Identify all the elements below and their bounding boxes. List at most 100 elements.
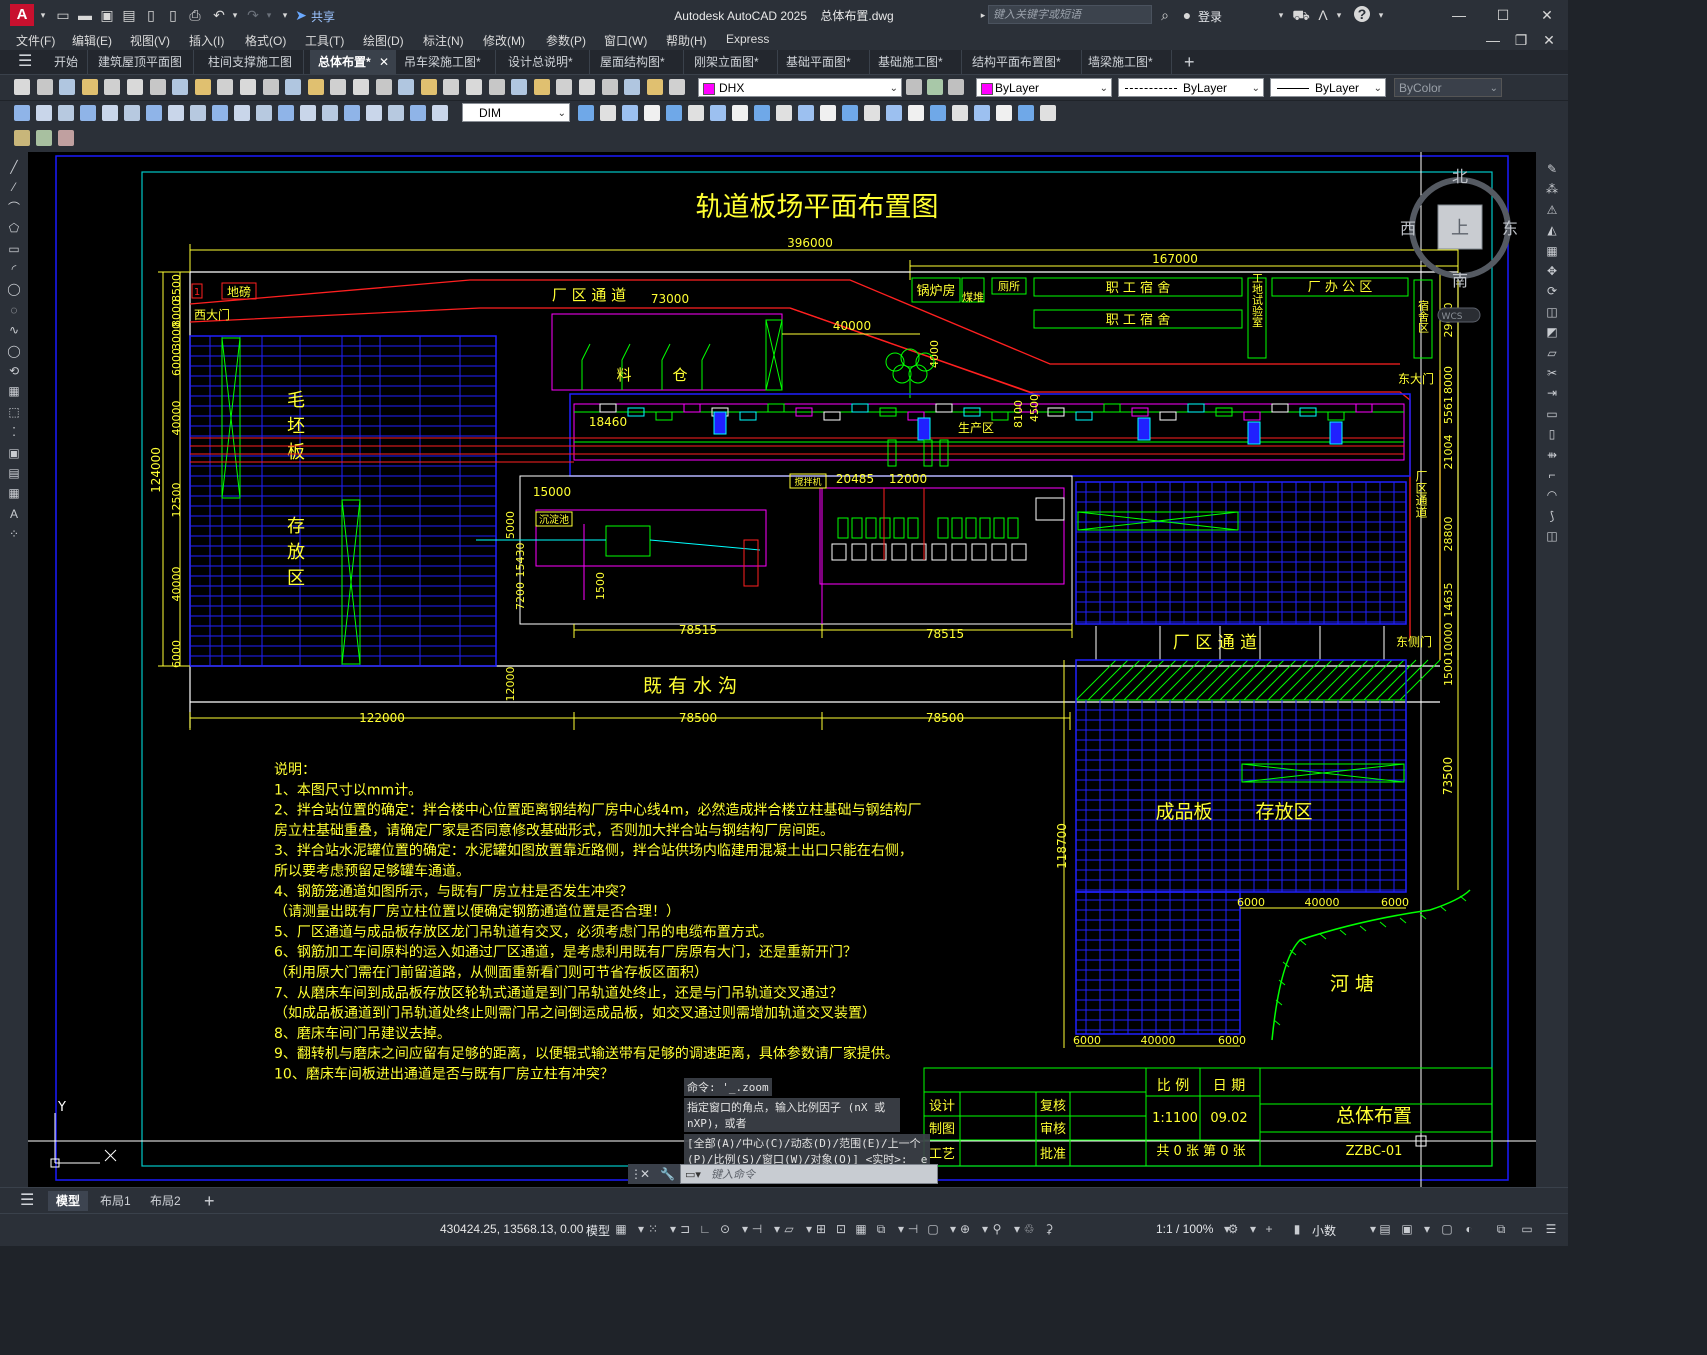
tool-icon[interactable] [307, 79, 324, 95]
tool-icon[interactable] [375, 79, 392, 95]
menu-file[interactable]: 文件(F) [16, 32, 55, 49]
modify-tool-icon[interactable] [688, 105, 704, 121]
draw-tool-icon[interactable]: A [6, 507, 22, 521]
dim-tool-icon[interactable] [168, 105, 184, 121]
tab-design-notes[interactable]: 设计总说明* [500, 50, 590, 74]
modify-tool-icon[interactable]: ⌐ [1544, 468, 1560, 482]
dim-tool-icon[interactable] [278, 105, 294, 121]
dim-tool-icon[interactable] [300, 105, 316, 121]
tool-icon[interactable] [624, 79, 641, 95]
modify-tool-icon[interactable]: ◭ [1544, 223, 1560, 237]
modify-tool-icon[interactable] [666, 105, 682, 121]
menu-view[interactable]: 视图(V) [130, 32, 170, 49]
layer-tool-icon[interactable] [927, 79, 943, 95]
status-toggle-icon[interactable]: ▤ [1378, 1222, 1392, 1236]
login-dropdown-icon[interactable]: ▾ [1272, 6, 1290, 24]
menu-modify[interactable]: 修改(M) [483, 32, 525, 49]
status-toggle-icon[interactable]: ⊣ [750, 1222, 764, 1236]
menu-parametric[interactable]: 参数(P) [546, 32, 586, 49]
save-icon[interactable]: ▣ [98, 6, 116, 24]
viewcube-east[interactable]: 东 [1502, 219, 1518, 238]
status-toggle-icon[interactable]: ▣ [1400, 1222, 1414, 1236]
modify-tool-icon[interactable] [776, 105, 792, 121]
status-toggle-icon[interactable]: ♲ [1022, 1222, 1036, 1236]
tool-icon[interactable] [579, 79, 595, 95]
tool-icon[interactable] [127, 79, 143, 95]
dim-tool-icon[interactable] [344, 105, 360, 121]
tool-icon[interactable] [36, 79, 53, 95]
dim-tool-icon[interactable] [124, 105, 140, 121]
viewcube-north[interactable]: 北 [1452, 167, 1468, 186]
status-toggle-icon[interactable]: ∟ [698, 1222, 712, 1236]
dim-tool-icon[interactable] [36, 105, 52, 121]
new-tab-button[interactable]: + [1176, 50, 1202, 74]
status-toggle-icon[interactable]: ⊣ [906, 1222, 920, 1236]
viewcube-south[interactable]: 南 [1452, 271, 1468, 290]
annotation-scale[interactable]: 1:1 / 100% [1156, 1222, 1213, 1236]
modify-tool-icon[interactable] [996, 105, 1012, 121]
modify-tool-icon[interactable]: ⟆ [1544, 509, 1560, 523]
layer-previous-icon[interactable] [58, 130, 74, 146]
draw-tool-icon[interactable]: ▤ [6, 466, 22, 480]
draw-tool-icon[interactable]: ⟲ [6, 364, 22, 378]
status-toggle-icon[interactable]: ▭ [1520, 1222, 1534, 1236]
status-toggle-icon[interactable]: ▮ [1290, 1222, 1304, 1236]
tool-icon[interactable] [104, 79, 121, 95]
dimstyle-dropdown[interactable]: DIM ⌄ [462, 103, 570, 122]
modify-tool-icon[interactable] [886, 105, 902, 121]
draw-tool-icon[interactable]: ◌ [6, 303, 22, 317]
tool-icon[interactable] [353, 79, 369, 95]
dim-tool-icon[interactable] [256, 105, 272, 121]
minimize-icon[interactable]: — [1450, 6, 1468, 24]
modify-tool-icon[interactable]: ◩ [1544, 325, 1560, 339]
undo-dropdown-icon[interactable]: ▾ [226, 6, 244, 24]
modify-tool-icon[interactable] [952, 105, 968, 121]
modify-tool-icon[interactable]: ▦ [1544, 244, 1560, 258]
tab-wall-beam[interactable]: 墙梁施工图* [1080, 50, 1172, 74]
close-icon[interactable]: ✕ [1538, 6, 1556, 24]
dim-tool-icon[interactable] [80, 105, 96, 121]
tab-start[interactable]: 开始 [46, 50, 88, 74]
linetype-dropdown[interactable]: ByLayer ⌄ [1118, 78, 1264, 97]
layout-menu-icon[interactable]: ☰ [12, 1191, 42, 1211]
modify-tool-icon[interactable]: ▯ [1544, 427, 1560, 441]
tool-icon[interactable] [511, 79, 528, 95]
app-menu-arrow-icon[interactable]: ▾ [34, 6, 52, 24]
dim-tool-icon[interactable] [366, 105, 382, 121]
status-toggle-icon[interactable]: ▢ [926, 1222, 940, 1236]
doc-minimize-icon[interactable]: — [1484, 31, 1502, 49]
dim-tool-icon[interactable] [212, 105, 228, 121]
status-toggle-icon[interactable]: ⧉ [1494, 1222, 1508, 1236]
status-toggle-icon[interactable]: ⊙ [718, 1222, 732, 1236]
tool-icon[interactable] [14, 79, 30, 95]
cart-icon[interactable]: ⛟ [1292, 6, 1310, 24]
share-icon[interactable]: ➤ [292, 6, 310, 24]
add-layout-button[interactable]: + [196, 1191, 223, 1211]
tool-icon[interactable] [466, 79, 482, 95]
tab-foundation-plan[interactable]: 基础平面图* [778, 50, 870, 74]
cursor-coordinates[interactable]: 430424.25, 13568.13, 0.00 [440, 1222, 583, 1236]
tool-icon[interactable] [646, 79, 663, 95]
maximize-icon[interactable]: ☐ [1494, 6, 1512, 24]
doc-close-icon[interactable]: ✕ [1540, 31, 1558, 49]
help-dropdown-icon[interactable]: ▾ [1372, 6, 1390, 24]
status-toggle-icon[interactable]: ⊕ [958, 1222, 972, 1236]
tool-icon[interactable] [194, 79, 211, 95]
status-toggle-icon[interactable]: ◐ [1462, 1222, 1476, 1236]
dim-tool-icon[interactable] [234, 105, 250, 121]
modify-tool-icon[interactable]: ⇥ [1544, 386, 1560, 400]
status-toggle-icon[interactable]: ▢ [1440, 1222, 1454, 1236]
dim-tool-icon[interactable] [58, 105, 74, 121]
modify-tool-icon[interactable]: ◠ [1544, 488, 1560, 502]
command-prompt-icon[interactable]: ▭▾ [685, 1165, 701, 1185]
draw-tool-icon[interactable]: ∿ [6, 323, 22, 337]
modify-tool-icon[interactable] [842, 105, 858, 121]
tool-icon[interactable] [172, 79, 189, 95]
modify-tool-icon[interactable] [1018, 105, 1034, 121]
model-space-canvas[interactable]: 轨道板场平面布置图 396000 167000 1 地磅 西大门 厂 区 通 道… [28, 152, 1536, 1187]
tool-icon[interactable] [420, 79, 437, 95]
draw-tool-icon[interactable]: ⬠ [6, 221, 22, 235]
status-toggle-icon[interactable]: ⚲ [990, 1222, 1004, 1236]
status-toggle-icon[interactable]: ▱ [782, 1222, 796, 1236]
tab-roof-plan[interactable]: 建筑屋顶平面图 [90, 50, 194, 74]
